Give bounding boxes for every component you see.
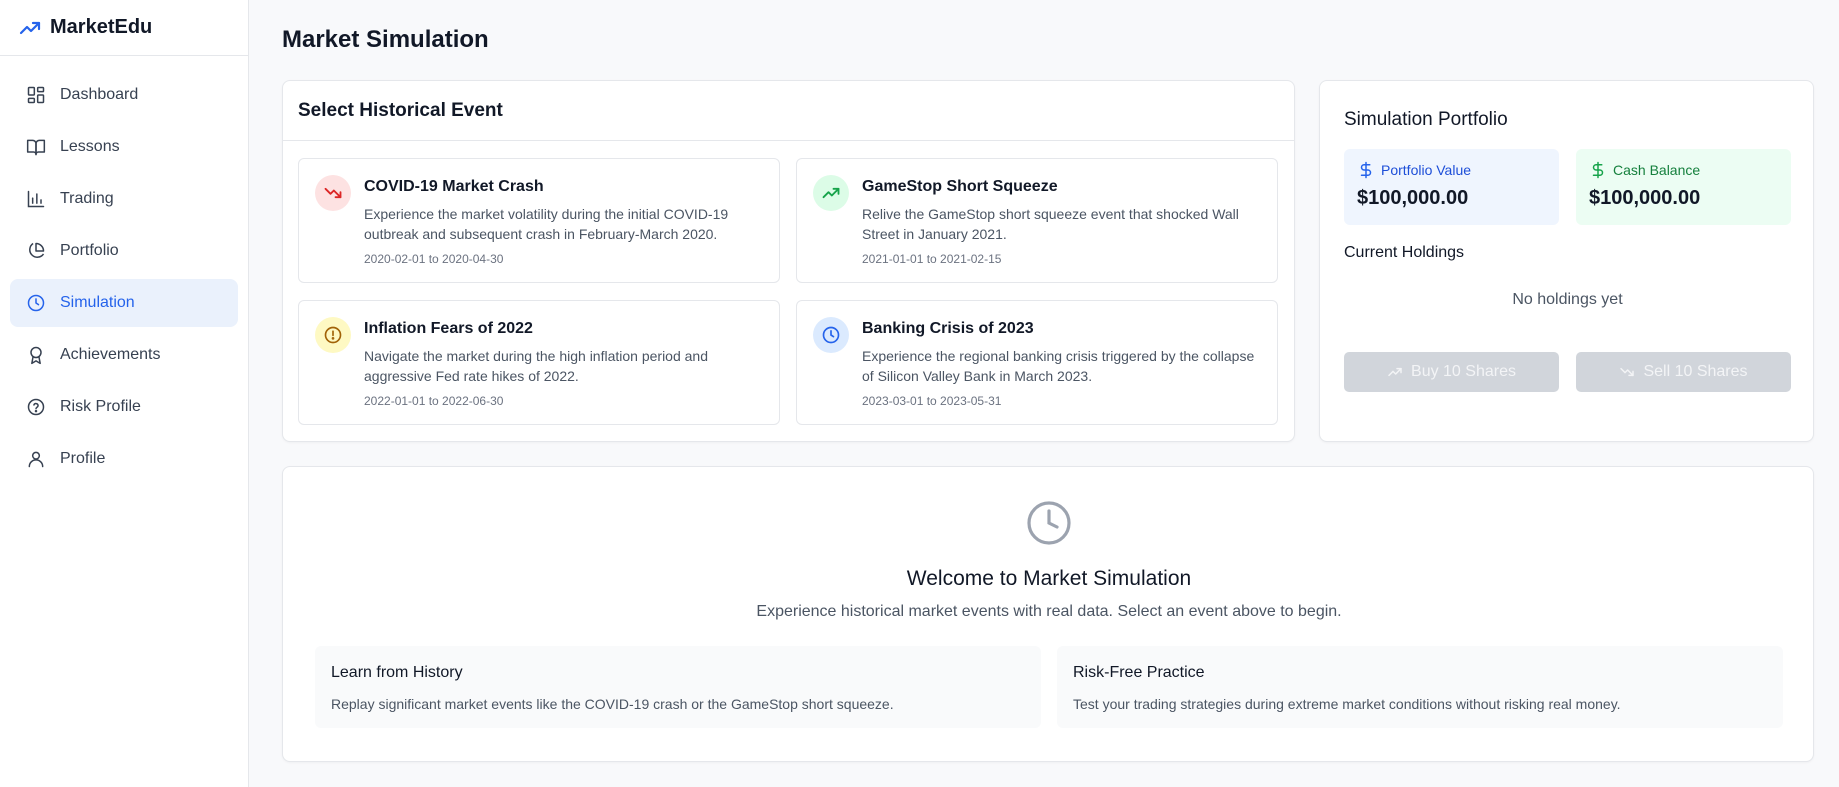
portfolio-value: $100,000.00 (1357, 187, 1469, 209)
event-card-gamestop[interactable]: GameStop Short Squeeze Relive the GameSt… (796, 158, 1278, 283)
feature-risk-free-practice: Risk-Free Practice Test your trading str… (1057, 646, 1783, 728)
sidebar-item-label: Profile (60, 450, 106, 467)
cash-balance-label-row: Cash Balance (1589, 161, 1778, 179)
portfolio-value-label: Portfolio Value (1381, 162, 1472, 178)
trending-up-icon (822, 187, 840, 199)
portfolio-title: Simulation Portfolio (1344, 109, 1508, 130)
pie-chart-icon (29, 242, 45, 258)
event-dates: 2023-03-01 to 2023-05-31 (862, 394, 1002, 408)
event-icon-wrap (315, 317, 351, 353)
sidebar-item-label: Achievements (60, 346, 161, 363)
sidebar-item-dashboard[interactable]: Dashboard (10, 71, 238, 119)
events-heading: Select Historical Event (283, 81, 1294, 141)
event-dates: 2021-01-01 to 2021-02-15 (862, 252, 1002, 266)
holdings-title: Current Holdings (1344, 244, 1465, 261)
feature-learn-from-history: Learn from History Replay significant ma… (315, 646, 1041, 728)
cash-balance: $100,000.00 (1589, 187, 1701, 209)
welcome-subtitle: Experience historical market events with… (756, 603, 1342, 620)
event-dates: 2022-01-01 to 2022-06-30 (364, 394, 504, 408)
sidebar: MarketEdu Dashboard Lessons Trading Port… (0, 0, 249, 787)
sidebar-item-profile[interactable]: Profile (10, 435, 238, 483)
trending-up-icon (19, 21, 41, 34)
welcome-title: Welcome to Market Simulation (906, 567, 1192, 590)
sidebar-item-label: Risk Profile (60, 398, 141, 415)
brand[interactable]: MarketEdu (0, 0, 248, 56)
event-card-covid[interactable]: COVID-19 Market Crash Experience the mar… (298, 158, 780, 283)
trending-down-icon (324, 187, 342, 199)
award-icon (30, 346, 42, 365)
feature-description: Test your trading strategies during extr… (1073, 696, 1621, 712)
sell-button[interactable]: Sell 10 Shares (1576, 352, 1791, 392)
cash-balance-label: Cash Balance (1613, 162, 1701, 178)
sidebar-item-label: Portfolio (60, 242, 119, 259)
buy-button-label: Buy 10 Shares (1411, 363, 1516, 380)
event-card-inflation[interactable]: Inflation Fears of 2022 Navigate the mar… (298, 300, 780, 425)
event-dates: 2020-02-01 to 2020-04-30 (364, 252, 504, 266)
event-card-banking[interactable]: Banking Crisis of 2023 Experience the re… (796, 300, 1278, 425)
dollar-icon (1592, 161, 1604, 179)
portfolio-card: Simulation Portfolio Portfolio Value $10… (1319, 80, 1814, 442)
events-card: Select Historical Event COVID-19 Market … (282, 80, 1295, 442)
sidebar-item-trading[interactable]: Trading (10, 175, 238, 223)
event-icon-wrap (315, 175, 351, 211)
clock-icon (1027, 501, 1071, 545)
event-icon-wrap (813, 175, 849, 211)
portfolio-value-stat: Portfolio Value $100,000.00 (1344, 149, 1559, 225)
dollar-icon (1360, 161, 1372, 179)
holdings-empty-message: No holdings yet (1512, 291, 1623, 308)
feature-title: Risk-Free Practice (1073, 664, 1205, 681)
sidebar-item-portfolio[interactable]: Portfolio (10, 227, 238, 275)
user-icon (28, 451, 44, 468)
buy-button[interactable]: Buy 10 Shares (1344, 352, 1559, 392)
sidebar-item-label: Simulation (60, 294, 135, 311)
trending-up-icon (1388, 367, 1402, 377)
sidebar-item-achievements[interactable]: Achievements (10, 331, 238, 379)
sidebar-item-lessons[interactable]: Lessons (10, 123, 238, 171)
help-circle-icon (27, 398, 45, 416)
event-icon-wrap (813, 317, 849, 353)
event-description: Navigate the market during the high infl… (364, 348, 708, 384)
sidebar-nav: Dashboard Lessons Trading Portfolio Simu… (0, 56, 248, 502)
brand-name: MarketEdu (50, 16, 153, 38)
sidebar-item-simulation[interactable]: Simulation (10, 279, 238, 327)
portfolio-value-label-row: Portfolio Value (1357, 161, 1546, 179)
event-title: Inflation Fears of 2022 (364, 320, 533, 337)
sidebar-item-risk-profile[interactable]: Risk Profile (10, 383, 238, 431)
bar-chart-icon (27, 190, 45, 208)
feature-description: Replay significant market events like th… (331, 696, 894, 712)
dashboard-icon (27, 86, 45, 104)
alert-circle-icon (324, 326, 342, 344)
clock-icon (27, 294, 45, 312)
feature-title: Learn from History (331, 664, 463, 681)
event-description: Experience the regional banking crisis t… (862, 348, 1255, 384)
event-title: COVID-19 Market Crash (364, 178, 544, 195)
event-description: Experience the market volatility during … (364, 206, 729, 242)
sidebar-item-label: Lessons (60, 138, 120, 155)
event-description: Relive the GameStop short squeeze event … (862, 206, 1239, 242)
event-title: GameStop Short Squeeze (862, 178, 1058, 195)
trending-down-icon (1620, 367, 1635, 377)
main-content: Market Simulation Select Historical Even… (249, 0, 1839, 787)
welcome-card: Welcome to Market Simulation Experience … (282, 466, 1814, 762)
sidebar-item-label: Dashboard (60, 86, 139, 103)
event-title: Banking Crisis of 2023 (862, 320, 1034, 337)
sell-button-label: Sell 10 Shares (1643, 363, 1748, 380)
cash-balance-stat: Cash Balance $100,000.00 (1576, 149, 1791, 225)
page-title: Market Simulation (282, 26, 489, 53)
sidebar-item-label: Trading (60, 190, 114, 207)
clock-icon (822, 326, 840, 344)
book-icon (26, 139, 46, 156)
